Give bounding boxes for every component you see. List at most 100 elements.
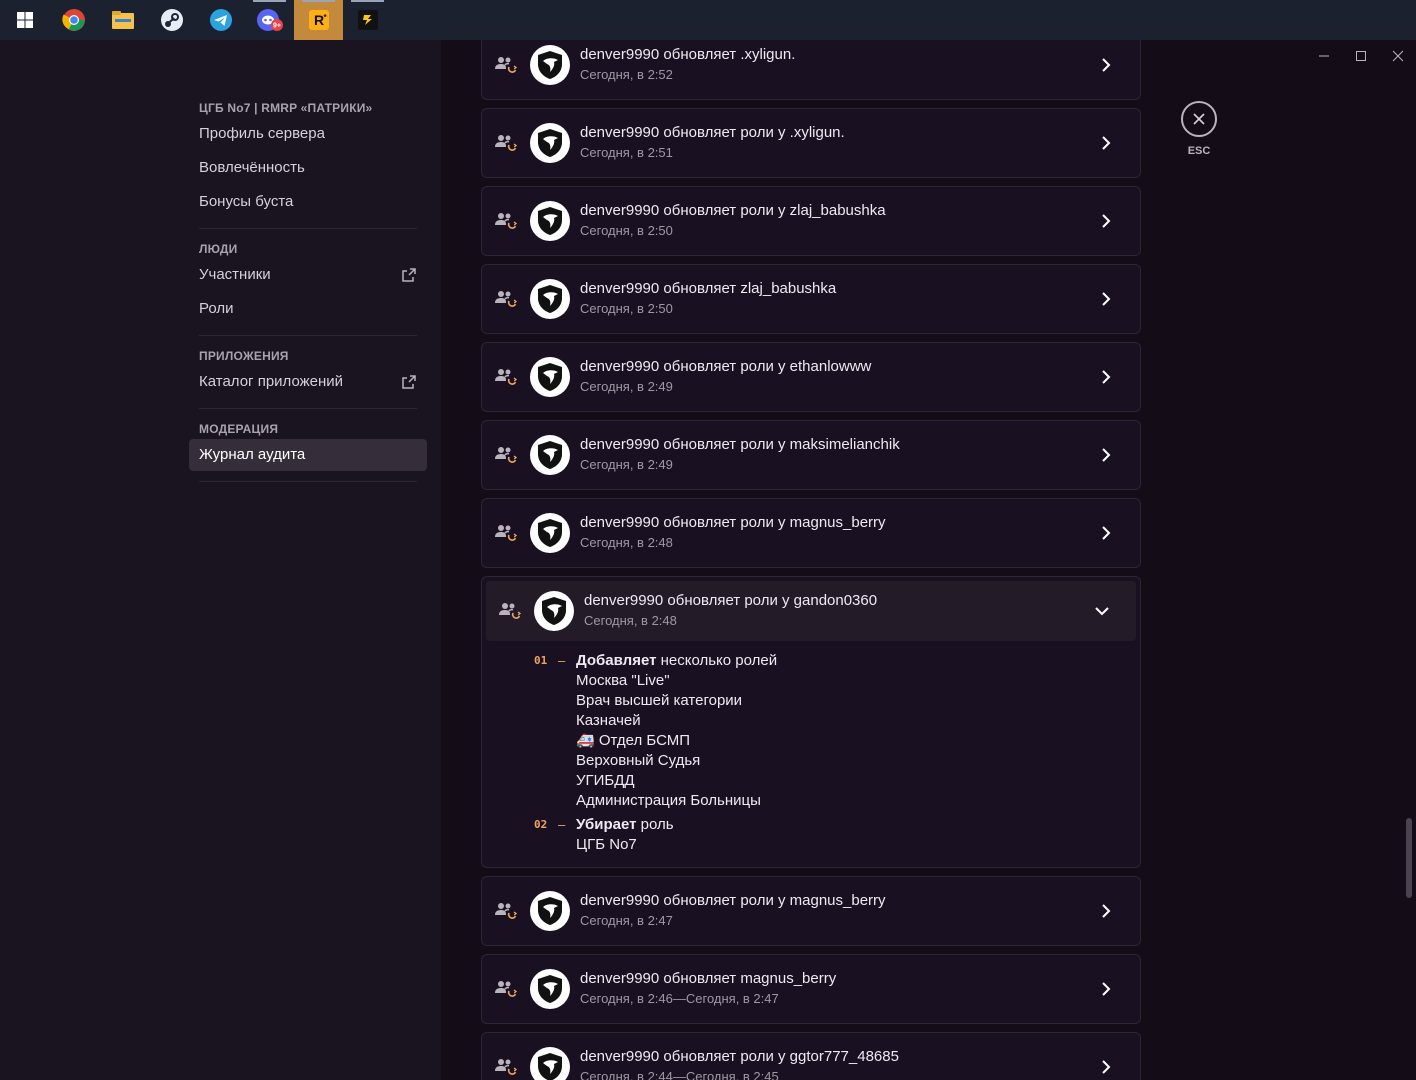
entry-text: denver9990 обновляет .xyligun. Сегодня, …	[580, 45, 1096, 85]
audit-log-entry[interactable]: denver9990 обновляет magnus_berry Сегодн…	[481, 954, 1141, 1024]
discord-icon[interactable]: 9+	[245, 0, 294, 40]
change-item: 01– Добавляет несколько ролей Москва "Live…	[534, 651, 1140, 811]
change-description: Добавляет несколько ролей	[576, 652, 778, 669]
avatar[interactable]	[530, 123, 570, 163]
audit-log-entry[interactable]: denver9990 обновляет роли у .xyligun. Се…	[481, 108, 1141, 178]
audit-log-list: denver9990 обновляет .xyligun. Сегодня, …	[481, 40, 1141, 1080]
member-role-update-icon	[482, 133, 530, 153]
entry-title: denver9990 обновляет роли у .xyligun.	[580, 124, 845, 141]
chevron-right-icon[interactable]	[1096, 1057, 1116, 1077]
member-role-update-icon	[482, 445, 530, 465]
audit-log-entry-header[interactable]: denver9990 обновляет роли у magnus_berry…	[482, 499, 1140, 567]
avatar[interactable]	[534, 591, 574, 631]
sidebar-item-audit-log[interactable]: Журнал аудита	[189, 439, 427, 471]
audit-log-entry-header[interactable]: denver9990 обновляет magnus_berry Сегодн…	[482, 955, 1140, 1023]
chrome-icon[interactable]	[49, 0, 98, 40]
audit-log-entry[interactable]: denver9990 обновляет zlaj_babushka Сегод…	[481, 264, 1141, 334]
avatar[interactable]	[530, 513, 570, 553]
chevron-right-icon[interactable]	[1096, 367, 1116, 387]
avatar[interactable]	[530, 435, 570, 475]
sidebar-header-people: ЛЮДИ	[199, 242, 238, 256]
audit-log-entry[interactable]: denver9990 обновляет роли у ggtor777_486…	[481, 1032, 1141, 1080]
member-role-update-icon	[482, 289, 530, 309]
role-name: УГИБДД	[576, 772, 635, 789]
audit-log-entry[interactable]: denver9990 обновляет роли у maksimelianc…	[481, 420, 1141, 490]
avatar[interactable]	[530, 201, 570, 241]
sidebar-item-roles[interactable]: Роли	[189, 293, 427, 325]
avatar[interactable]	[530, 1047, 570, 1080]
entry-timestamp: Сегодня, в 2:47	[580, 913, 673, 928]
avatar[interactable]	[530, 45, 570, 85]
steam-icon[interactable]	[147, 0, 196, 40]
audit-log-entry[interactable]: denver9990 обновляет роли у ethanlowww С…	[481, 342, 1141, 412]
audit-log-entry-header[interactable]: denver9990 обновляет zlaj_babushka Сегод…	[482, 265, 1140, 333]
chevron-right-icon[interactable]	[1096, 55, 1116, 75]
chevron-right-icon[interactable]	[1096, 901, 1116, 921]
avatar[interactable]	[530, 279, 570, 319]
sidebar-item-engagement[interactable]: Вовлечённость	[189, 152, 427, 184]
entry-title: denver9990 обновляет magnus_berry	[580, 970, 837, 987]
avatar[interactable]	[530, 357, 570, 397]
audit-log-entry-header[interactable]: denver9990 обновляет .xyligun. Сегодня, …	[482, 40, 1140, 99]
audit-log-entry-header[interactable]: denver9990 обновляет роли у ggtor777_486…	[482, 1033, 1140, 1080]
role-name: Верховный Судья	[576, 752, 701, 769]
change-dash: –	[558, 653, 566, 668]
entry-timestamp: Сегодня, в 2:46—Сегодня, в 2:47	[580, 991, 779, 1006]
telegram-icon[interactable]	[196, 0, 245, 40]
audit-log-content: denver9990 обновляет .xyligun. Сегодня, …	[441, 40, 1416, 1080]
chevron-right-icon[interactable]	[1096, 289, 1116, 309]
entry-timestamp: Сегодня, в 2:51	[580, 145, 673, 160]
file-explorer-icon[interactable]	[98, 0, 147, 40]
entry-timestamp: Сегодня, в 2:49	[580, 379, 673, 394]
rage-mp-icon[interactable]	[343, 0, 392, 40]
avatar[interactable]	[530, 891, 570, 931]
audit-log-entry-header[interactable]: denver9990 обновляет роли у .xyligun. Се…	[482, 109, 1140, 177]
audit-log-entry[interactable]: denver9990 обновляет роли у magnus_berry…	[481, 876, 1141, 946]
audit-log-entry-header[interactable]: denver9990 обновляет роли у gandon0360 С…	[486, 581, 1136, 641]
scrollbar-thumb[interactable]	[1406, 818, 1412, 898]
chevron-down-icon[interactable]	[1092, 601, 1112, 621]
audit-log-entry[interactable]: denver9990 обновляет роли у magnus_berry…	[481, 498, 1141, 568]
chevron-right-icon[interactable]	[1096, 133, 1116, 153]
entry-title: denver9990 обновляет роли у magnus_berry	[580, 514, 886, 531]
audit-log-entry-expanded[interactable]: denver9990 обновляет роли у gandon0360 С…	[481, 576, 1141, 868]
change-number: 01	[534, 654, 548, 667]
chevron-right-icon[interactable]	[1096, 211, 1116, 231]
change-item: 02– Убирает роль ЦГБ No7	[534, 815, 1140, 855]
sidebar-header-apps: ПРИЛОЖЕНИЯ	[199, 349, 289, 363]
sidebar-item-server-profile[interactable]: Профиль сервера	[189, 118, 427, 150]
entry-title: denver9990 обновляет .xyligun.	[580, 46, 796, 63]
avatar[interactable]	[530, 969, 570, 1009]
sidebar-item-app-directory[interactable]: Каталог приложений	[189, 366, 427, 398]
entry-timestamp: Сегодня, в 2:44—Сегодня, в 2:45	[580, 1069, 779, 1080]
esc-close[interactable]: ESC	[1181, 101, 1217, 157]
change-dash: –	[558, 817, 566, 832]
close-settings-button[interactable]	[1181, 101, 1217, 137]
audit-log-entry[interactable]: denver9990 обновляет роли у zlaj_babushk…	[481, 186, 1141, 256]
audit-log-entry-header[interactable]: denver9990 обновляет роли у magnus_berry…	[482, 877, 1140, 945]
chevron-right-icon[interactable]	[1096, 979, 1116, 999]
entry-timestamp: Сегодня, в 2:49	[580, 457, 673, 472]
role-name: Казначей	[576, 712, 641, 729]
audit-log-entry-header[interactable]: denver9990 обновляет роли у ethanlowww С…	[482, 343, 1140, 411]
role-name: ЦГБ No7	[576, 836, 637, 853]
entry-title: denver9990 обновляет роли у ethanlowww	[580, 358, 872, 375]
entry-text: denver9990 обновляет роли у ggtor777_486…	[580, 1047, 1096, 1080]
active-window-marker	[253, 0, 286, 2]
audit-log-entry-header[interactable]: denver9990 обновляет роли у zlaj_babushk…	[482, 187, 1140, 255]
change-body: Добавляет несколько ролей Москва "Live" Вр…	[576, 651, 777, 811]
sidebar-header-moderation: МОДЕРАЦИЯ	[199, 422, 279, 436]
rockstar-launcher-icon[interactable]: R *	[294, 0, 343, 40]
close-icon	[1193, 113, 1205, 125]
role-name: Врач высшей категории	[576, 692, 743, 709]
windows-start-icon[interactable]	[0, 0, 49, 40]
sidebar-divider	[199, 408, 417, 409]
entry-title: denver9990 обновляет роли у ggtor777_486…	[580, 1048, 899, 1065]
entry-timestamp: Сегодня, в 2:50	[580, 223, 673, 238]
audit-log-entry[interactable]: denver9990 обновляет .xyligun. Сегодня, …	[481, 40, 1141, 100]
audit-log-entry-header[interactable]: denver9990 обновляет роли у maksimelianc…	[482, 421, 1140, 489]
sidebar-item-members[interactable]: Участники	[189, 259, 427, 291]
chevron-right-icon[interactable]	[1096, 523, 1116, 543]
chevron-right-icon[interactable]	[1096, 445, 1116, 465]
sidebar-item-boost-perks[interactable]: Бонусы буста	[189, 186, 427, 218]
